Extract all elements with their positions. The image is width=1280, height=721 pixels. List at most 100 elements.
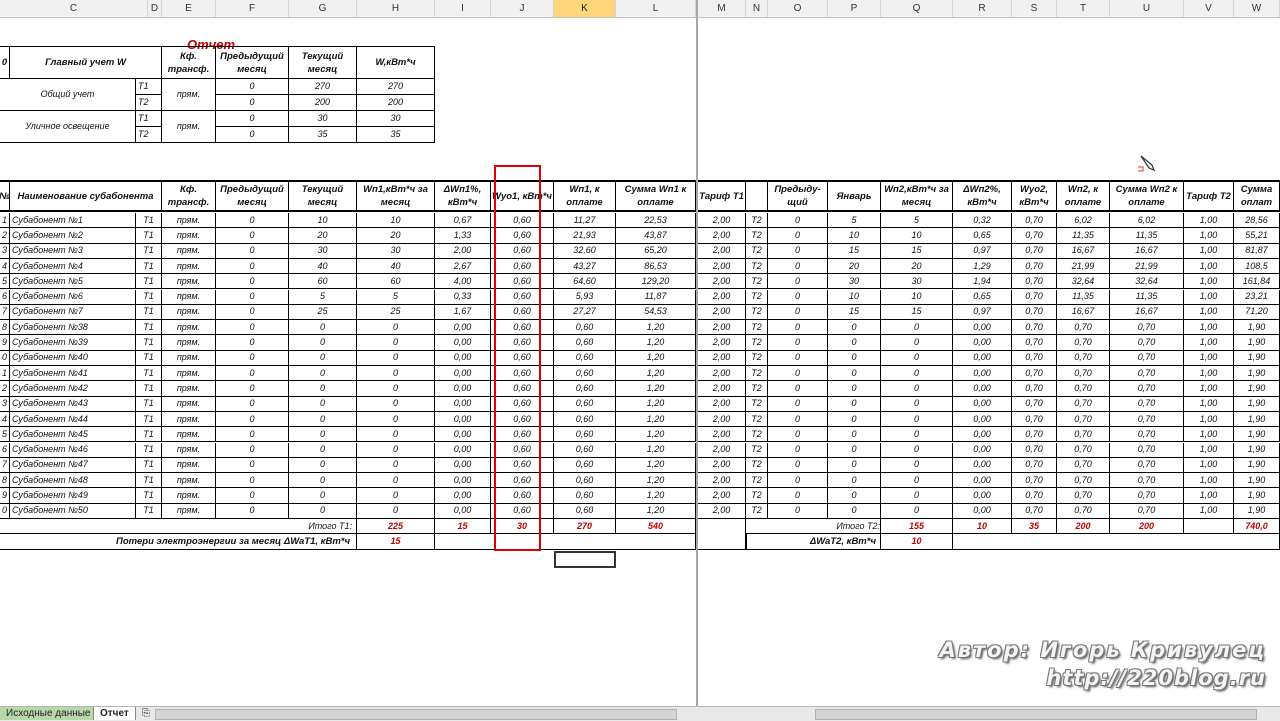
- cell-sum2[interactable]: 0,70: [1110, 396, 1184, 412]
- cell-wp2[interactable]: 0: [881, 488, 953, 504]
- cell-sum2[interactable]: 0,70: [1110, 320, 1184, 336]
- cell-wp2[interactable]: 0: [881, 457, 953, 474]
- cell-prev[interactable]: 0: [216, 503, 289, 519]
- cell-dwp2[interactable]: 0,97: [953, 243, 1012, 259]
- cell-tar1[interactable]: 2,00: [698, 228, 746, 244]
- cell-prev[interactable]: 0: [216, 228, 289, 244]
- column-header-j[interactable]: J: [491, 0, 554, 17]
- cell-pay2[interactable]: 0,70: [1057, 427, 1110, 443]
- cell-cur[interactable]: 30: [289, 243, 357, 259]
- cell-kf[interactable]: прям.: [162, 228, 216, 244]
- cell-dwp2[interactable]: 1,94: [953, 274, 1012, 290]
- cell-kf[interactable]: прям.: [162, 503, 216, 519]
- cell-cur[interactable]: 0: [289, 411, 357, 428]
- cell-dwp2[interactable]: 0,00: [953, 396, 1012, 412]
- cell-dwp1[interactable]: 2,67: [435, 258, 491, 275]
- cell-kf[interactable]: прям.: [162, 289, 216, 305]
- cell-prev[interactable]: 0: [216, 366, 289, 382]
- column-header-w[interactable]: W: [1234, 0, 1280, 17]
- cell-sumt[interactable]: 81,87: [1234, 243, 1280, 259]
- cell-jan[interactable]: 0: [828, 366, 881, 382]
- cell-wp2[interactable]: 0: [881, 366, 953, 382]
- cell-pay1[interactable]: 0,60: [554, 442, 616, 458]
- cell-wp1[interactable]: 0: [357, 457, 435, 474]
- cell-dwp2[interactable]: 0,00: [953, 457, 1012, 474]
- cell-sum2[interactable]: 0,70: [1110, 457, 1184, 474]
- row-number[interactable]: 5: [0, 274, 10, 290]
- cell-dwp2[interactable]: 0,00: [953, 427, 1012, 443]
- cell-dwp2[interactable]: 0,65: [953, 228, 1012, 244]
- top-prev[interactable]: 0: [216, 95, 289, 111]
- top-header-prev[interactable]: Предыдущий месяц: [216, 46, 289, 79]
- row-number[interactable]: 1: [0, 366, 10, 382]
- cell-prev2[interactable]: 0: [768, 503, 828, 519]
- cell-tar1[interactable]: 2,00: [698, 427, 746, 443]
- cell-prev2[interactable]: 0: [768, 381, 828, 397]
- cell-tar2[interactable]: 1,00: [1184, 350, 1234, 366]
- cell-tar1[interactable]: 2,00: [698, 289, 746, 305]
- cell-wp1[interactable]: 0: [357, 411, 435, 428]
- subscriber-name[interactable]: Субабонент №3: [10, 243, 136, 259]
- cell-sumt[interactable]: 1,90: [1234, 335, 1280, 351]
- total-t1-wp1[interactable]: 225: [357, 519, 435, 535]
- cell-tar1[interactable]: 2,00: [698, 503, 746, 519]
- cell-dwp1[interactable]: 2,00: [435, 243, 491, 259]
- subscriber-name[interactable]: Субабонент №43: [10, 396, 136, 412]
- row-tariff-t1[interactable]: T1: [136, 274, 162, 290]
- cell-kf[interactable]: прям.: [162, 411, 216, 428]
- row-tariff-t2[interactable]: T2: [746, 396, 768, 412]
- cell-kf[interactable]: прям.: [162, 427, 216, 443]
- cell-sum2[interactable]: 0,70: [1110, 427, 1184, 443]
- cell-sum1[interactable]: 1,20: [616, 411, 696, 428]
- top-prev[interactable]: 0: [216, 111, 289, 127]
- cell-wuo2[interactable]: 0,70: [1012, 381, 1057, 397]
- cell-pay1[interactable]: 0,60: [554, 350, 616, 366]
- main-header-dwp1[interactable]: ΔWп1%, кВт*ч: [435, 180, 491, 212]
- cell-pay1[interactable]: 5,93: [554, 289, 616, 305]
- cell-wp2[interactable]: 5: [881, 213, 953, 229]
- cell-tar1[interactable]: 2,00: [698, 366, 746, 382]
- cell-jan[interactable]: 15: [828, 243, 881, 259]
- row-number[interactable]: 7: [0, 304, 10, 321]
- window-split-bar[interactable]: [696, 0, 698, 706]
- cell-pay2[interactable]: 0,70: [1057, 335, 1110, 351]
- main-header-jan[interactable]: Январь: [828, 180, 881, 212]
- top-group-kf[interactable]: прям.: [162, 111, 216, 143]
- cell-pay1[interactable]: 0,60: [554, 320, 616, 336]
- cell-sum1[interactable]: 86,53: [616, 258, 696, 275]
- cell-prev[interactable]: 0: [216, 457, 289, 474]
- cell-prev2[interactable]: 0: [768, 228, 828, 244]
- main-header-kf[interactable]: Кф. трансф.: [162, 180, 216, 212]
- cell-dwp2[interactable]: 1,29: [953, 258, 1012, 275]
- cell-jan[interactable]: 5: [828, 213, 881, 229]
- cell-cur[interactable]: 0: [289, 503, 357, 519]
- top-header-cur[interactable]: Текущий месяц: [289, 46, 357, 79]
- subscriber-name[interactable]: Субабонент №44: [10, 411, 136, 428]
- row-tariff-t1[interactable]: T1: [136, 335, 162, 351]
- column-header-o[interactable]: O: [768, 0, 828, 17]
- main-header-sumt[interactable]: Сумма оплат: [1234, 180, 1280, 212]
- column-header-r[interactable]: R: [953, 0, 1012, 17]
- column-header-c[interactable]: C: [0, 0, 148, 17]
- cell-cur[interactable]: 0: [289, 442, 357, 458]
- loss-t2-label[interactable]: ΔWaT2, кВт*ч: [746, 534, 881, 550]
- cell-tar1[interactable]: 2,00: [698, 258, 746, 275]
- cell-jan[interactable]: 0: [828, 457, 881, 474]
- row-number[interactable]: 6: [0, 289, 10, 305]
- cell-sum1[interactable]: 54,53: [616, 304, 696, 321]
- cell-dwp2[interactable]: 0,00: [953, 473, 1012, 489]
- cell-wp1[interactable]: 30: [357, 243, 435, 259]
- subscriber-name[interactable]: Субабонент №49: [10, 488, 136, 504]
- cell-tar1[interactable]: 2,00: [698, 304, 746, 321]
- subscriber-name[interactable]: Субабонент №46: [10, 442, 136, 458]
- cell-pay2[interactable]: 0,70: [1057, 473, 1110, 489]
- cell-wp2[interactable]: 15: [881, 304, 953, 321]
- cell-pay1[interactable]: 0,60: [554, 488, 616, 504]
- row-tariff-t1[interactable]: T1: [136, 381, 162, 397]
- cell-prev2[interactable]: 0: [768, 350, 828, 366]
- column-header-p[interactable]: P: [828, 0, 881, 17]
- cell-wp1[interactable]: 20: [357, 228, 435, 244]
- cell-jan[interactable]: 0: [828, 473, 881, 489]
- cell-wp1[interactable]: 5: [357, 289, 435, 305]
- subscriber-name[interactable]: Субабонент №47: [10, 457, 136, 474]
